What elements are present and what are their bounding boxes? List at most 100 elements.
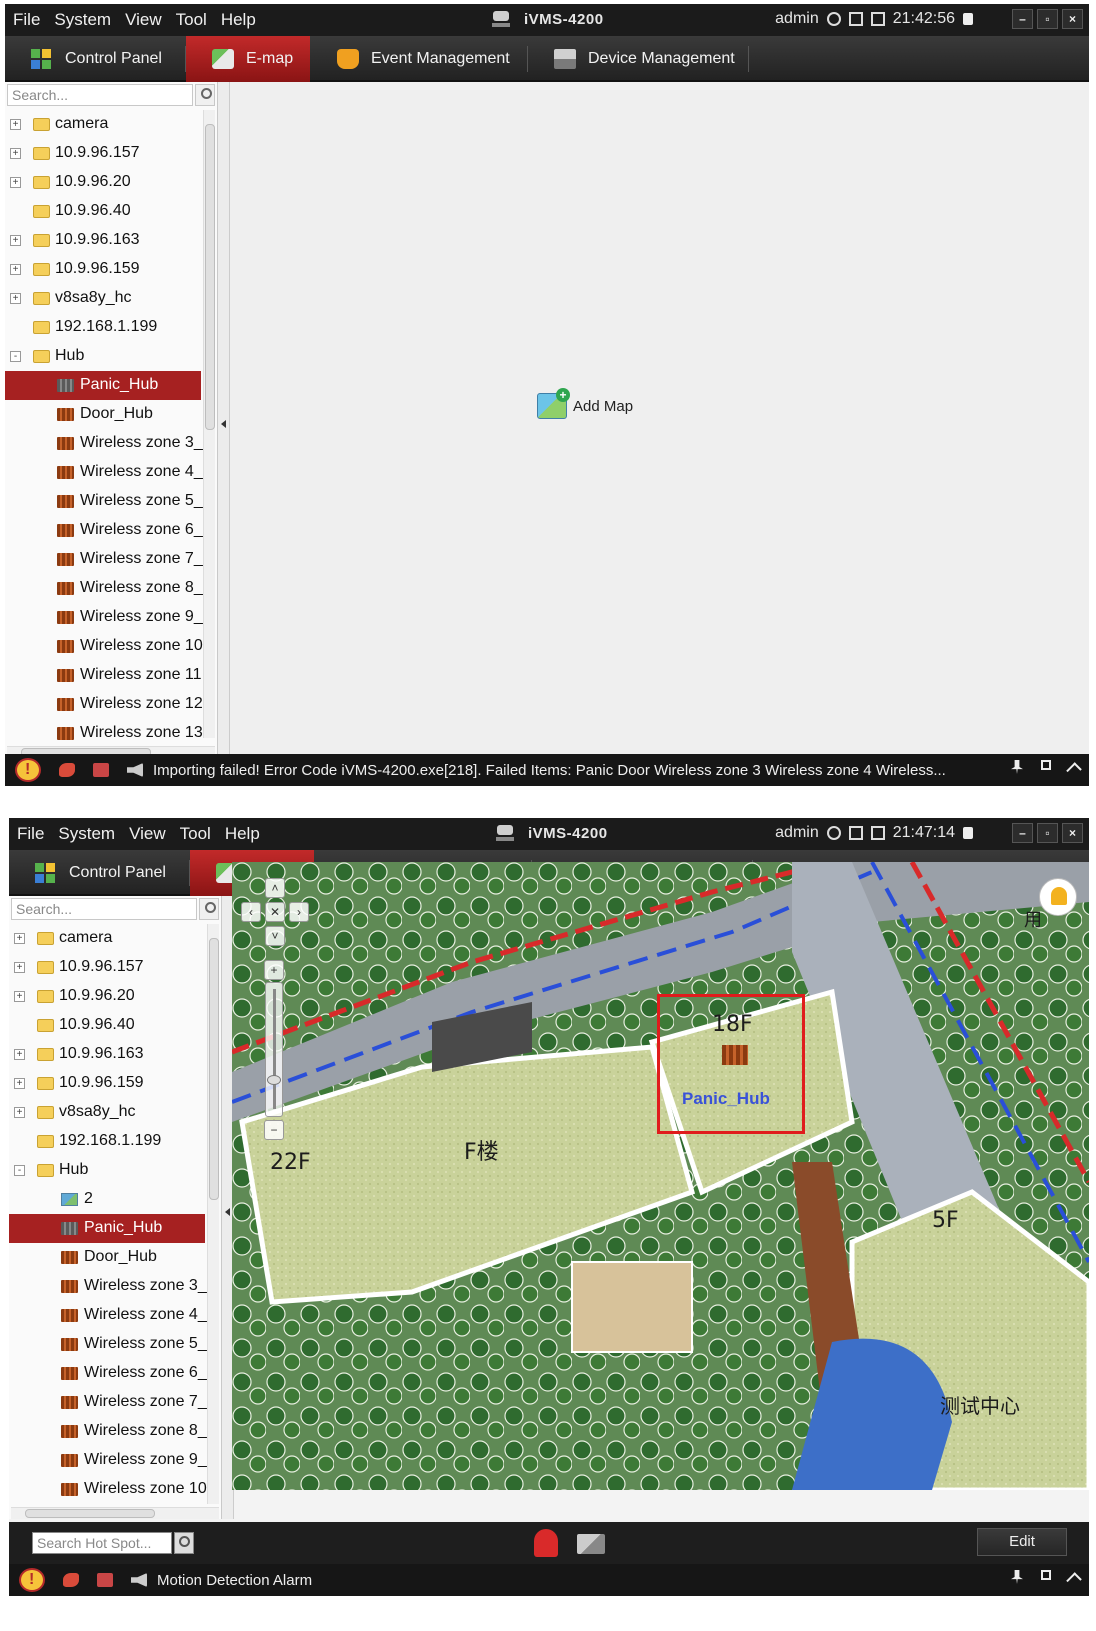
- tree-item[interactable]: +10.9.96.163: [5, 226, 201, 255]
- expand-icon[interactable]: +: [10, 293, 21, 304]
- tree-item[interactable]: Wireless zone 9_: [5, 603, 203, 632]
- tree-vertical-scrollbar[interactable]: [203, 110, 215, 738]
- tree-item[interactable]: 192.168.1.199: [5, 313, 201, 342]
- tree-search-input[interactable]: Search...: [7, 84, 193, 106]
- expand-up-icon[interactable]: [1066, 1572, 1082, 1588]
- menu-tool[interactable]: Tool: [180, 824, 211, 844]
- tree-item[interactable]: Wireless zone 8_: [5, 574, 203, 603]
- expand-icon[interactable]: +: [10, 177, 21, 188]
- add-map-button[interactable]: Add Map: [537, 388, 633, 419]
- tree-item[interactable]: + v8sa8y_hc: [5, 284, 201, 313]
- expand-icon[interactable]: +: [14, 1107, 25, 1118]
- expand-icon[interactable]: +: [14, 962, 25, 973]
- tree-search-input[interactable]: Search...: [11, 898, 197, 920]
- tree-item[interactable]: Wireless zone 4_: [5, 458, 203, 487]
- edit-button[interactable]: Edit: [977, 1528, 1067, 1556]
- tree-item[interactable]: Door_Hub: [9, 1243, 205, 1272]
- lock-icon[interactable]: [963, 827, 973, 839]
- hot-spot-search-input[interactable]: Search Hot Spot...: [32, 1532, 172, 1554]
- tree-item[interactable]: Wireless zone 7_: [5, 545, 203, 574]
- expand-icon[interactable]: +: [14, 1049, 25, 1060]
- alarm-image-icon[interactable]: [97, 1573, 113, 1587]
- collapse-icon[interactable]: -: [10, 351, 21, 362]
- tree-item[interactable]: Wireless zone 10: [9, 1475, 207, 1504]
- tree-item[interactable]: 10.9.96.40: [5, 197, 201, 226]
- panel-collapse-handle[interactable]: [218, 82, 230, 758]
- alarm-siren-icon[interactable]: [534, 1529, 558, 1557]
- tree-item[interactable]: Wireless zone 12: [5, 690, 203, 719]
- tree-item[interactable]: Panic_Hub: [9, 1214, 205, 1243]
- search-icon[interactable]: [174, 1532, 194, 1554]
- hot-spot-panic-hub[interactable]: Panic_Hub: [657, 994, 805, 1134]
- tree-item[interactable]: - Hub: [9, 1156, 205, 1185]
- menu-system[interactable]: System: [54, 10, 111, 30]
- tree-item[interactable]: Panic_Hub: [5, 371, 201, 400]
- tree-item[interactable]: + camera: [5, 110, 201, 139]
- sound-icon[interactable]: [127, 763, 143, 777]
- tree-item[interactable]: Wireless zone 10: [5, 632, 203, 661]
- tree-item[interactable]: +10.9.96.163: [9, 1040, 205, 1069]
- collapse-icon[interactable]: -: [14, 1165, 25, 1176]
- alarm-bell-icon[interactable]: [1039, 878, 1077, 916]
- pin-icon[interactable]: [1011, 1570, 1023, 1584]
- pan-up-button[interactable]: ˄: [265, 878, 285, 898]
- expand-icon[interactable]: +: [10, 148, 21, 159]
- menu-tool[interactable]: Tool: [176, 10, 207, 30]
- alarm-flag-icon[interactable]: [63, 1573, 79, 1587]
- tree-item[interactable]: Wireless zone 11: [5, 661, 202, 690]
- tree-item[interactable]: Wireless zone 9_: [9, 1446, 207, 1475]
- menu-help[interactable]: Help: [221, 10, 256, 30]
- pin-icon[interactable]: [1011, 760, 1023, 774]
- tree-item[interactable]: Wireless zone 13: [5, 719, 203, 748]
- tree-item[interactable]: Wireless zone 8_: [9, 1417, 207, 1446]
- menu-file[interactable]: File: [17, 824, 44, 844]
- tab-device-management[interactable]: Device Management: [528, 36, 749, 82]
- zoom-out-button[interactable]: −: [264, 1120, 284, 1140]
- search-icon[interactable]: [195, 84, 215, 106]
- tree-item[interactable]: +10.9.96.20: [5, 168, 201, 197]
- expand-up-icon[interactable]: [1066, 762, 1082, 778]
- map-view-icon[interactable]: [577, 1534, 605, 1554]
- minimize-button[interactable]: –: [1012, 823, 1033, 843]
- tree-item[interactable]: Wireless zone 5_: [9, 1330, 207, 1359]
- scrollbar-thumb[interactable]: [209, 938, 219, 1200]
- zoom-in-button[interactable]: +: [264, 960, 284, 980]
- tree-item[interactable]: 192.168.1.199: [9, 1127, 205, 1156]
- tab-control-panel[interactable]: Control Panel: [5, 36, 186, 82]
- search-icon[interactable]: [199, 898, 219, 920]
- zoom-slider-knob[interactable]: [267, 1075, 281, 1085]
- alarm-warning-icon[interactable]: [15, 758, 41, 782]
- tree-item[interactable]: Door_Hub: [5, 400, 201, 429]
- expand-icon[interactable]: +: [10, 235, 21, 246]
- menu-help[interactable]: Help: [225, 824, 260, 844]
- menu-system[interactable]: System: [58, 824, 115, 844]
- tab-event-management[interactable]: Event Management: [311, 36, 528, 82]
- tab-control-panel[interactable]: Control Panel: [9, 850, 190, 896]
- menu-view[interactable]: View: [125, 10, 162, 30]
- tree-item[interactable]: +10.9.96.20: [9, 982, 205, 1011]
- e-map-canvas[interactable]: ˄ ‹ ✕ › ˅ + − 22F F楼 18F 5F 测试中心 用 Panic…: [232, 862, 1089, 1490]
- lock-icon[interactable]: [963, 13, 973, 25]
- restore-icon[interactable]: [1041, 1570, 1051, 1580]
- pan-reset-button[interactable]: ✕: [265, 902, 285, 922]
- pan-left-button[interactable]: ‹: [241, 902, 261, 922]
- tree-item[interactable]: +10.9.96.159: [9, 1069, 205, 1098]
- tree-item[interactable]: Wireless zone 3_: [5, 429, 203, 458]
- tree-item[interactable]: + camera: [9, 924, 205, 953]
- pan-down-button[interactable]: ˅: [265, 926, 285, 946]
- tree-item[interactable]: +10.9.96.157: [5, 139, 201, 168]
- sound-icon[interactable]: [131, 1573, 147, 1587]
- close-button[interactable]: ×: [1062, 823, 1083, 843]
- maximize-button[interactable]: ▫: [1037, 9, 1058, 29]
- tree-item[interactable]: Wireless zone 3_: [9, 1272, 207, 1301]
- scrollbar-thumb[interactable]: [205, 124, 215, 430]
- scrollbar-thumb[interactable]: [25, 1509, 155, 1518]
- tree-item[interactable]: - Hub: [5, 342, 201, 371]
- maximize-button[interactable]: ▫: [1037, 823, 1058, 843]
- zoom-slider[interactable]: [265, 982, 283, 1117]
- tab-e-map[interactable]: E-map: [186, 36, 310, 82]
- alarm-warning-icon[interactable]: [19, 1568, 45, 1592]
- minimize-button[interactable]: –: [1012, 9, 1033, 29]
- alarm-image-icon[interactable]: [93, 763, 109, 777]
- tree-item[interactable]: + v8sa8y_hc: [9, 1098, 205, 1127]
